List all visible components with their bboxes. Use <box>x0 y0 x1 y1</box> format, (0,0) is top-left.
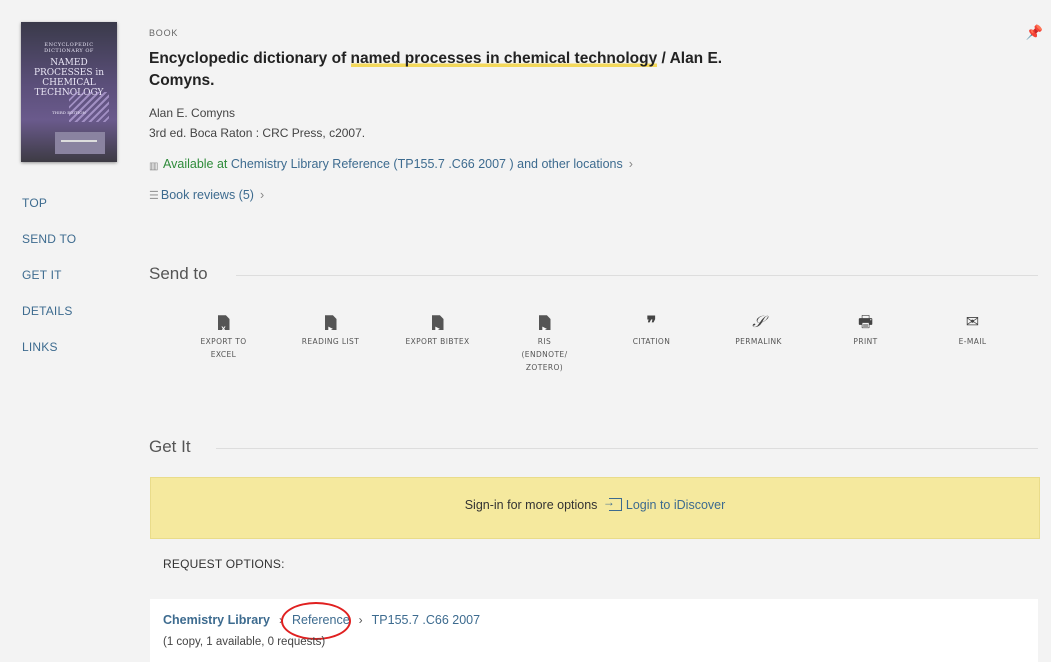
nav-send-to[interactable]: SEND TO <box>22 232 76 246</box>
record-title[interactable]: Encyclopedic dictionary of named process… <box>149 48 789 92</box>
record-author: Alan E. Comyns <box>149 106 236 120</box>
record-type-label: BOOK <box>149 28 179 38</box>
print-icon: 🖶 <box>857 314 874 331</box>
action-label: PERMALINK <box>735 337 782 346</box>
pin-icon[interactable]: 📌 <box>1026 24 1043 41</box>
action-label: EXPORT TO <box>200 337 247 346</box>
reading-list-button[interactable]: ▸ READING LIST <box>277 312 384 373</box>
email-button[interactable]: ✉ E-MAIL <box>919 312 1026 373</box>
get-it-heading: Get It <box>149 437 191 456</box>
action-label: PRINT <box>853 337 878 346</box>
cover-text-top: ENCYCLOPEDIC DICTIONARY OF <box>44 42 94 54</box>
cover-graphic <box>69 92 109 122</box>
action-label: CITATION <box>632 337 671 346</box>
holding-summary: (1 copy, 1 available, 0 requests) <box>163 636 326 648</box>
print-button[interactable]: 🖶 PRINT <box>812 312 919 373</box>
permalink-icon: 𝒮 <box>752 314 765 331</box>
cover-band-line <box>61 140 97 142</box>
email-icon: ✉ <box>965 314 980 331</box>
holding-library[interactable]: Chemistry Library <box>163 613 270 627</box>
citation-icon: ❞ <box>646 313 657 333</box>
availability-link[interactable]: ▥ Available at Chemistry Library Referenc… <box>149 157 633 172</box>
holding-location-wrap: Reference <box>280 602 351 640</box>
get-it-divider <box>216 448 1038 449</box>
excel-icon: x <box>217 315 230 331</box>
list-lines-icon: ☰ <box>149 190 159 202</box>
chevron-right-icon: › <box>628 157 633 171</box>
export-bibtex-button[interactable]: ▸ EXPORT BIBTEX <box>384 312 491 373</box>
login-button[interactable]: Login to iDiscover <box>603 495 726 512</box>
availability-status: Available at <box>163 157 228 171</box>
book-reviews-label: Book reviews (5) <box>160 188 254 202</box>
action-label-line2: (ENDNOTE/ <box>521 350 568 359</box>
library-books-icon: ▥ <box>149 161 159 172</box>
signin-banner: Sign-in for more options Login to iDisco… <box>150 477 1040 539</box>
annotation-circle <box>280 602 351 640</box>
holding-call-number[interactable]: TP155.7 .C66 2007 <box>372 613 480 627</box>
title-search-highlight: named processes in chemical technology <box>350 50 658 67</box>
holding-row[interactable]: Chemistry Library › Reference › TP155.7 .C66… <box>150 599 1038 662</box>
nav-top[interactable]: TOP <box>22 196 76 210</box>
export-excel-button[interactable]: x EXPORT TO EXCEL <box>170 312 277 373</box>
book-reviews-link[interactable]: ☰ Book reviews (5) › <box>149 188 264 202</box>
nav-get-it[interactable]: GET IT <box>22 268 76 282</box>
record-publication: 3rd ed. Boca Raton : CRC Press, c2007. <box>149 126 366 140</box>
cover-text-edition: THIRD EDITION <box>52 110 86 115</box>
send-to-divider <box>236 275 1038 276</box>
record-panel: ENCYCLOPEDIC DICTIONARY OF NAMED PROCESS… <box>0 0 1051 662</box>
login-label: Login to iDiscover <box>625 498 726 512</box>
permalink-button[interactable]: 𝒮 PERMALINK <box>705 312 812 373</box>
citation-button[interactable]: ❞ CITATION <box>598 312 705 373</box>
send-to-actions: x EXPORT TO EXCEL ▸ READING LIST ▸ EXPOR… <box>170 312 1026 373</box>
nav-details[interactable]: DETAILS <box>22 304 76 318</box>
send-to-heading: Send to <box>149 264 208 283</box>
section-nav: TOP SEND TO GET IT DETAILS LINKS <box>22 196 76 376</box>
action-label-line2: EXCEL <box>210 350 237 359</box>
action-label: EXPORT BIBTEX <box>405 337 470 346</box>
cover-band <box>55 132 105 154</box>
signin-prompt: Sign-in for more options <box>464 498 598 512</box>
nav-links[interactable]: LINKS <box>22 340 76 354</box>
action-label-line3: ZOTERO) <box>525 363 564 372</box>
title-prefix: Encyclopedic dictionary of <box>149 50 351 67</box>
ris-icon: ▸ <box>538 315 551 331</box>
availability-location: Chemistry Library Reference (TP155.7 .C6… <box>227 157 623 171</box>
holding-breadcrumb: Chemistry Library › Reference › TP155.7 .C66… <box>163 602 480 640</box>
book-cover-thumbnail[interactable]: ENCYCLOPEDIC DICTIONARY OF NAMED PROCESS… <box>21 22 117 162</box>
action-label: READING LIST <box>301 337 360 346</box>
action-label: RIS <box>537 337 552 346</box>
bibtex-icon: ▸ <box>431 315 444 331</box>
action-label: E-MAIL <box>958 337 987 346</box>
request-options-label: REQUEST OPTIONS: <box>163 557 285 571</box>
chevron-right-icon: › <box>358 613 363 627</box>
export-ris-button[interactable]: ▸ RIS (ENDNOTE/ ZOTERO) <box>491 312 598 373</box>
login-icon <box>603 495 622 511</box>
chevron-right-icon: › <box>259 188 265 202</box>
reading-list-icon: ▸ <box>324 315 337 331</box>
